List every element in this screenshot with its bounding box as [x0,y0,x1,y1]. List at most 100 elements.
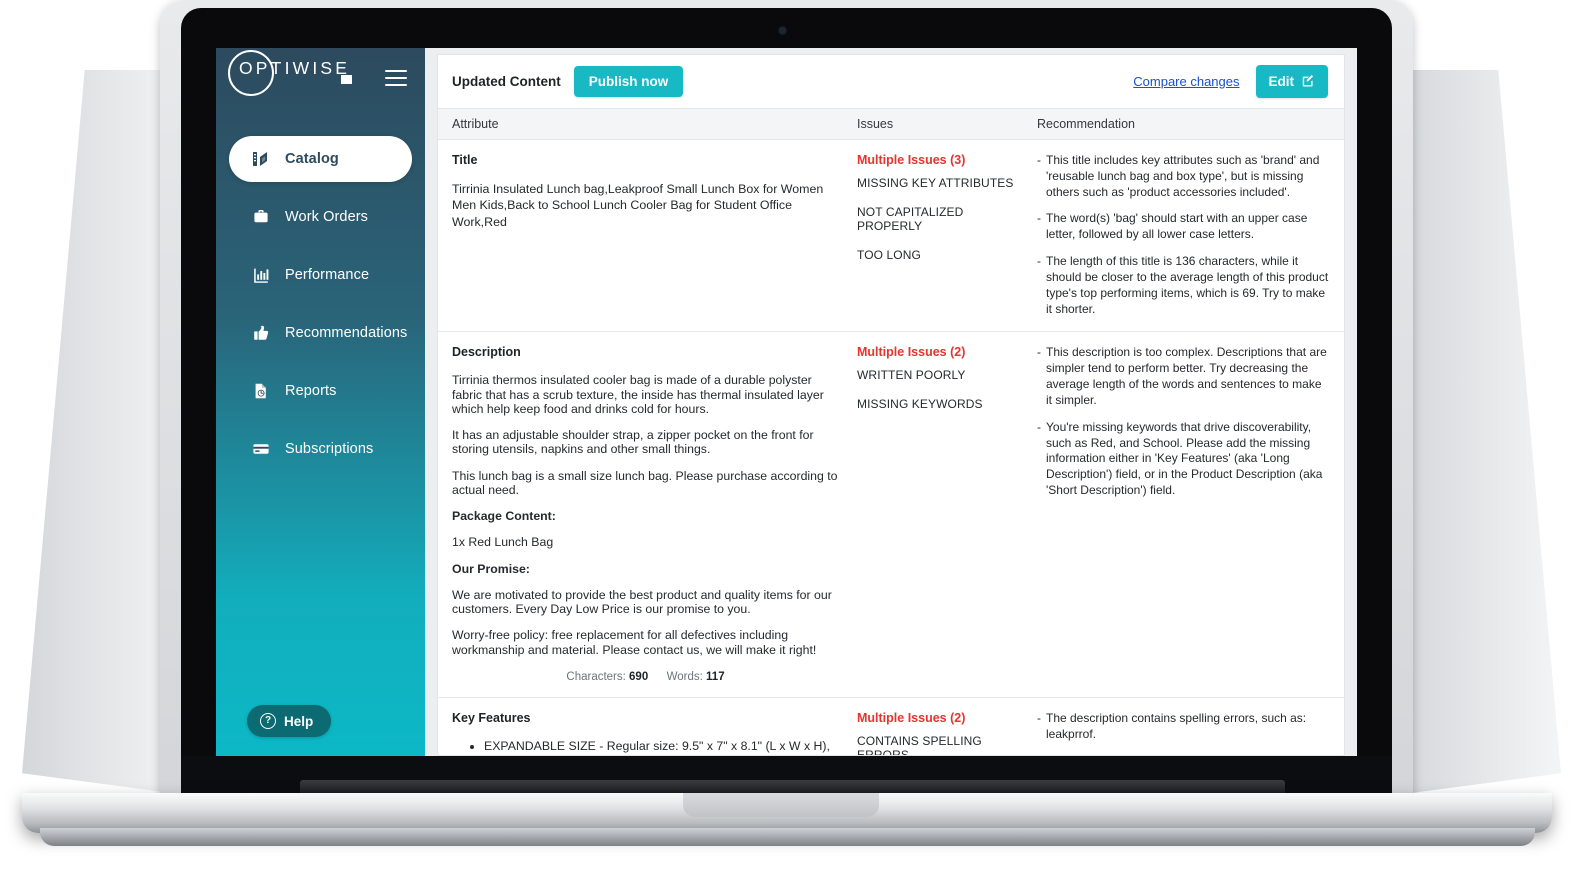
sidebar-item-subscriptions[interactable]: Subscriptions [229,426,412,472]
attribute-value: EXPANDABLE SIZE - Regular size: 9.5" x 7… [452,739,839,755]
description-paragraph: Our Promise: [452,561,530,576]
toolbar-actions: Compare changes Edit [1133,65,1328,98]
recommendation-text: This title includes key attributes such … [1046,153,1320,199]
attribute-cell: Title Tirrinia Insulated Lunch bag,Leakp… [438,153,857,317]
character-word-counts: Characters: 690 Words: 117 [452,671,839,683]
content-panel: Updated Content Publish now Compare chan… [437,54,1345,756]
issue-tag: WRITTEN POORLY [857,368,966,383]
issues-heading: Multiple Issues (2) [857,345,966,360]
description-paragraph: Worry-free policy: free replacement for … [452,628,817,657]
app-logo: OPTIWISE [228,50,353,96]
attribute-value: Tirrinia thermos insulated cooler bag is… [452,373,839,657]
bar-chart-icon [251,265,271,285]
description-paragraph: This lunch bag is a small size lunch bag… [452,468,838,497]
issue-tag: MISSING KEY ATTRIBUTES [857,176,1014,190]
sidebar-item-reports[interactable]: Reports [229,368,412,414]
hamburger-icon[interactable] [385,70,407,86]
sidebar-header: OPTIWISE [216,48,425,114]
description-paragraph: We are motivated to provide the best pro… [452,587,832,617]
compare-changes-link[interactable]: Compare changes [1133,74,1239,89]
recommendation-cell: - This description is too complex. Descr… [1037,345,1344,683]
webcam-icon [779,27,786,34]
screen: OPTIWISE Catalog Work Orders Performance… [216,48,1357,756]
edit-button[interactable]: Edit [1255,65,1328,98]
sidebar-item-label: Catalog [285,151,339,167]
bullet-dash: - [1037,710,1041,725]
issues-cell: Multiple Issues (3) MISSING KEY ATTRIBUT… [857,153,1037,317]
publish-now-button[interactable]: Publish now [573,66,684,97]
laptop-base-side-right [1396,70,1561,795]
sidebar-item-label: Work Orders [285,209,369,225]
recommendation-item: - The word(s) 'bag' should start with an… [1037,211,1330,243]
help-button[interactable]: ? Help [247,705,332,737]
recommendation-item: - This title includes key attributes suc… [1037,153,1330,200]
attribute-name: Key Features [452,710,531,725]
list-item: EXPANDABLE SIZE - Regular size: 9.5" x 7… [484,739,839,755]
pencil-square-icon [1301,73,1315,90]
description-paragraph: Tirrinia thermos insulated cooler bag is… [452,373,824,416]
description-paragraph: 1x Red Lunch Bag [452,535,554,550]
sidebar-nav: Catalog Work Orders Performance Recommen… [216,136,425,472]
laptop-mockup: OPTIWISE Catalog Work Orders Performance… [0,0,1583,895]
sidebar-item-label: Subscriptions [285,441,374,457]
table-row: Key Features EXPANDABLE SIZE - Regular s… [438,698,1344,756]
edit-button-label: Edit [1268,74,1295,89]
sidebar-item-recommendations[interactable]: Recommendations [229,310,412,356]
attribute-cell: Description Tirrinia thermos insulated c… [438,345,857,683]
recommendation-item: - The length of this title is 136 charac… [1037,254,1330,317]
bullet-dash: - [1037,153,1041,167]
recommendation-text: The length of this title is 136 characte… [1046,254,1329,316]
recommendation-cell: - The description contains spelling erro… [1037,710,1344,755]
table-header: Attribute Issues Recommendation [438,108,1344,140]
sidebar-item-performance[interactable]: Performance [229,252,412,298]
characters-label: Characters: [566,670,626,683]
attribute-name: Title [452,153,478,167]
recommendation-text: The description contains spelling errors… [1046,710,1307,741]
words-label: Words: [666,670,703,683]
attribute-cell: Key Features EXPANDABLE SIZE - Regular s… [438,710,857,755]
attribute-value: Tirrinia Insulated Lunch bag,Leakproof S… [452,182,824,229]
briefcase-icon [251,207,271,227]
column-header-attribute: Attribute [452,117,499,131]
recommendation-item: - You're missing keywords that drive dis… [1037,420,1330,499]
issues-cell: Multiple Issues (2) WRITTEN POORLY MISSI… [857,345,1037,683]
words-value: 117 [706,670,725,683]
catalog-icon [251,149,271,169]
help-button-label: Help [284,713,314,729]
recommendation-text: You're missing keywords that drive disco… [1046,419,1323,498]
issues-heading: Multiple Issues (2) [857,710,966,725]
bullet-dash: - [1037,419,1041,434]
sidebar-item-label: Recommendations [285,325,408,341]
thumbs-up-icon [251,323,271,343]
recommendation-cell: - This title includes key attributes suc… [1037,153,1344,317]
logo-text: OPTIWISE [239,58,351,78]
credit-card-icon [251,439,271,459]
laptop-base-lip [40,828,1535,846]
issue-tag: CONTAINS SPELLING ERRORS [857,733,982,756]
description-paragraph: Package Content: [452,509,556,524]
recommendation-text: This description is too complex. Descrip… [1046,345,1327,407]
characters-value: 690 [629,670,649,683]
table-row: Description Tirrinia thermos insulated c… [438,332,1344,698]
attribute-name: Description [452,345,521,360]
logo-accent-block [341,75,353,84]
column-header-issues: Issues [857,117,894,131]
table-body: Title Tirrinia Insulated Lunch bag,Leakp… [438,140,1344,756]
sidebar-item-label: Performance [285,267,370,283]
main-content: Updated Content Publish now Compare chan… [425,48,1357,756]
issue-tag: NOT CAPITALIZED PROPERLY [857,205,964,233]
issues-heading: Multiple Issues (3) [857,153,966,167]
toolbar: Updated Content Publish now Compare chan… [438,55,1344,108]
column-header-recommendation: Recommendation [1037,117,1135,131]
bullet-dash: - [1037,211,1041,226]
laptop-base-notch [683,793,879,817]
sidebar-item-catalog[interactable]: Catalog [229,136,412,182]
sidebar-item-work-orders[interactable]: Work Orders [229,194,412,240]
key-features-list: EXPANDABLE SIZE - Regular size: 9.5" x 7… [452,739,839,755]
issue-tag: MISSING KEYWORDS [857,397,983,412]
sidebar: OPTIWISE Catalog Work Orders Performance… [216,48,425,756]
question-circle-icon: ? [260,713,276,729]
sidebar-item-label: Reports [285,383,337,399]
table-row: Title Tirrinia Insulated Lunch bag,Leakp… [438,140,1344,333]
recommendation-item: - This description is too complex. Descr… [1037,345,1330,408]
